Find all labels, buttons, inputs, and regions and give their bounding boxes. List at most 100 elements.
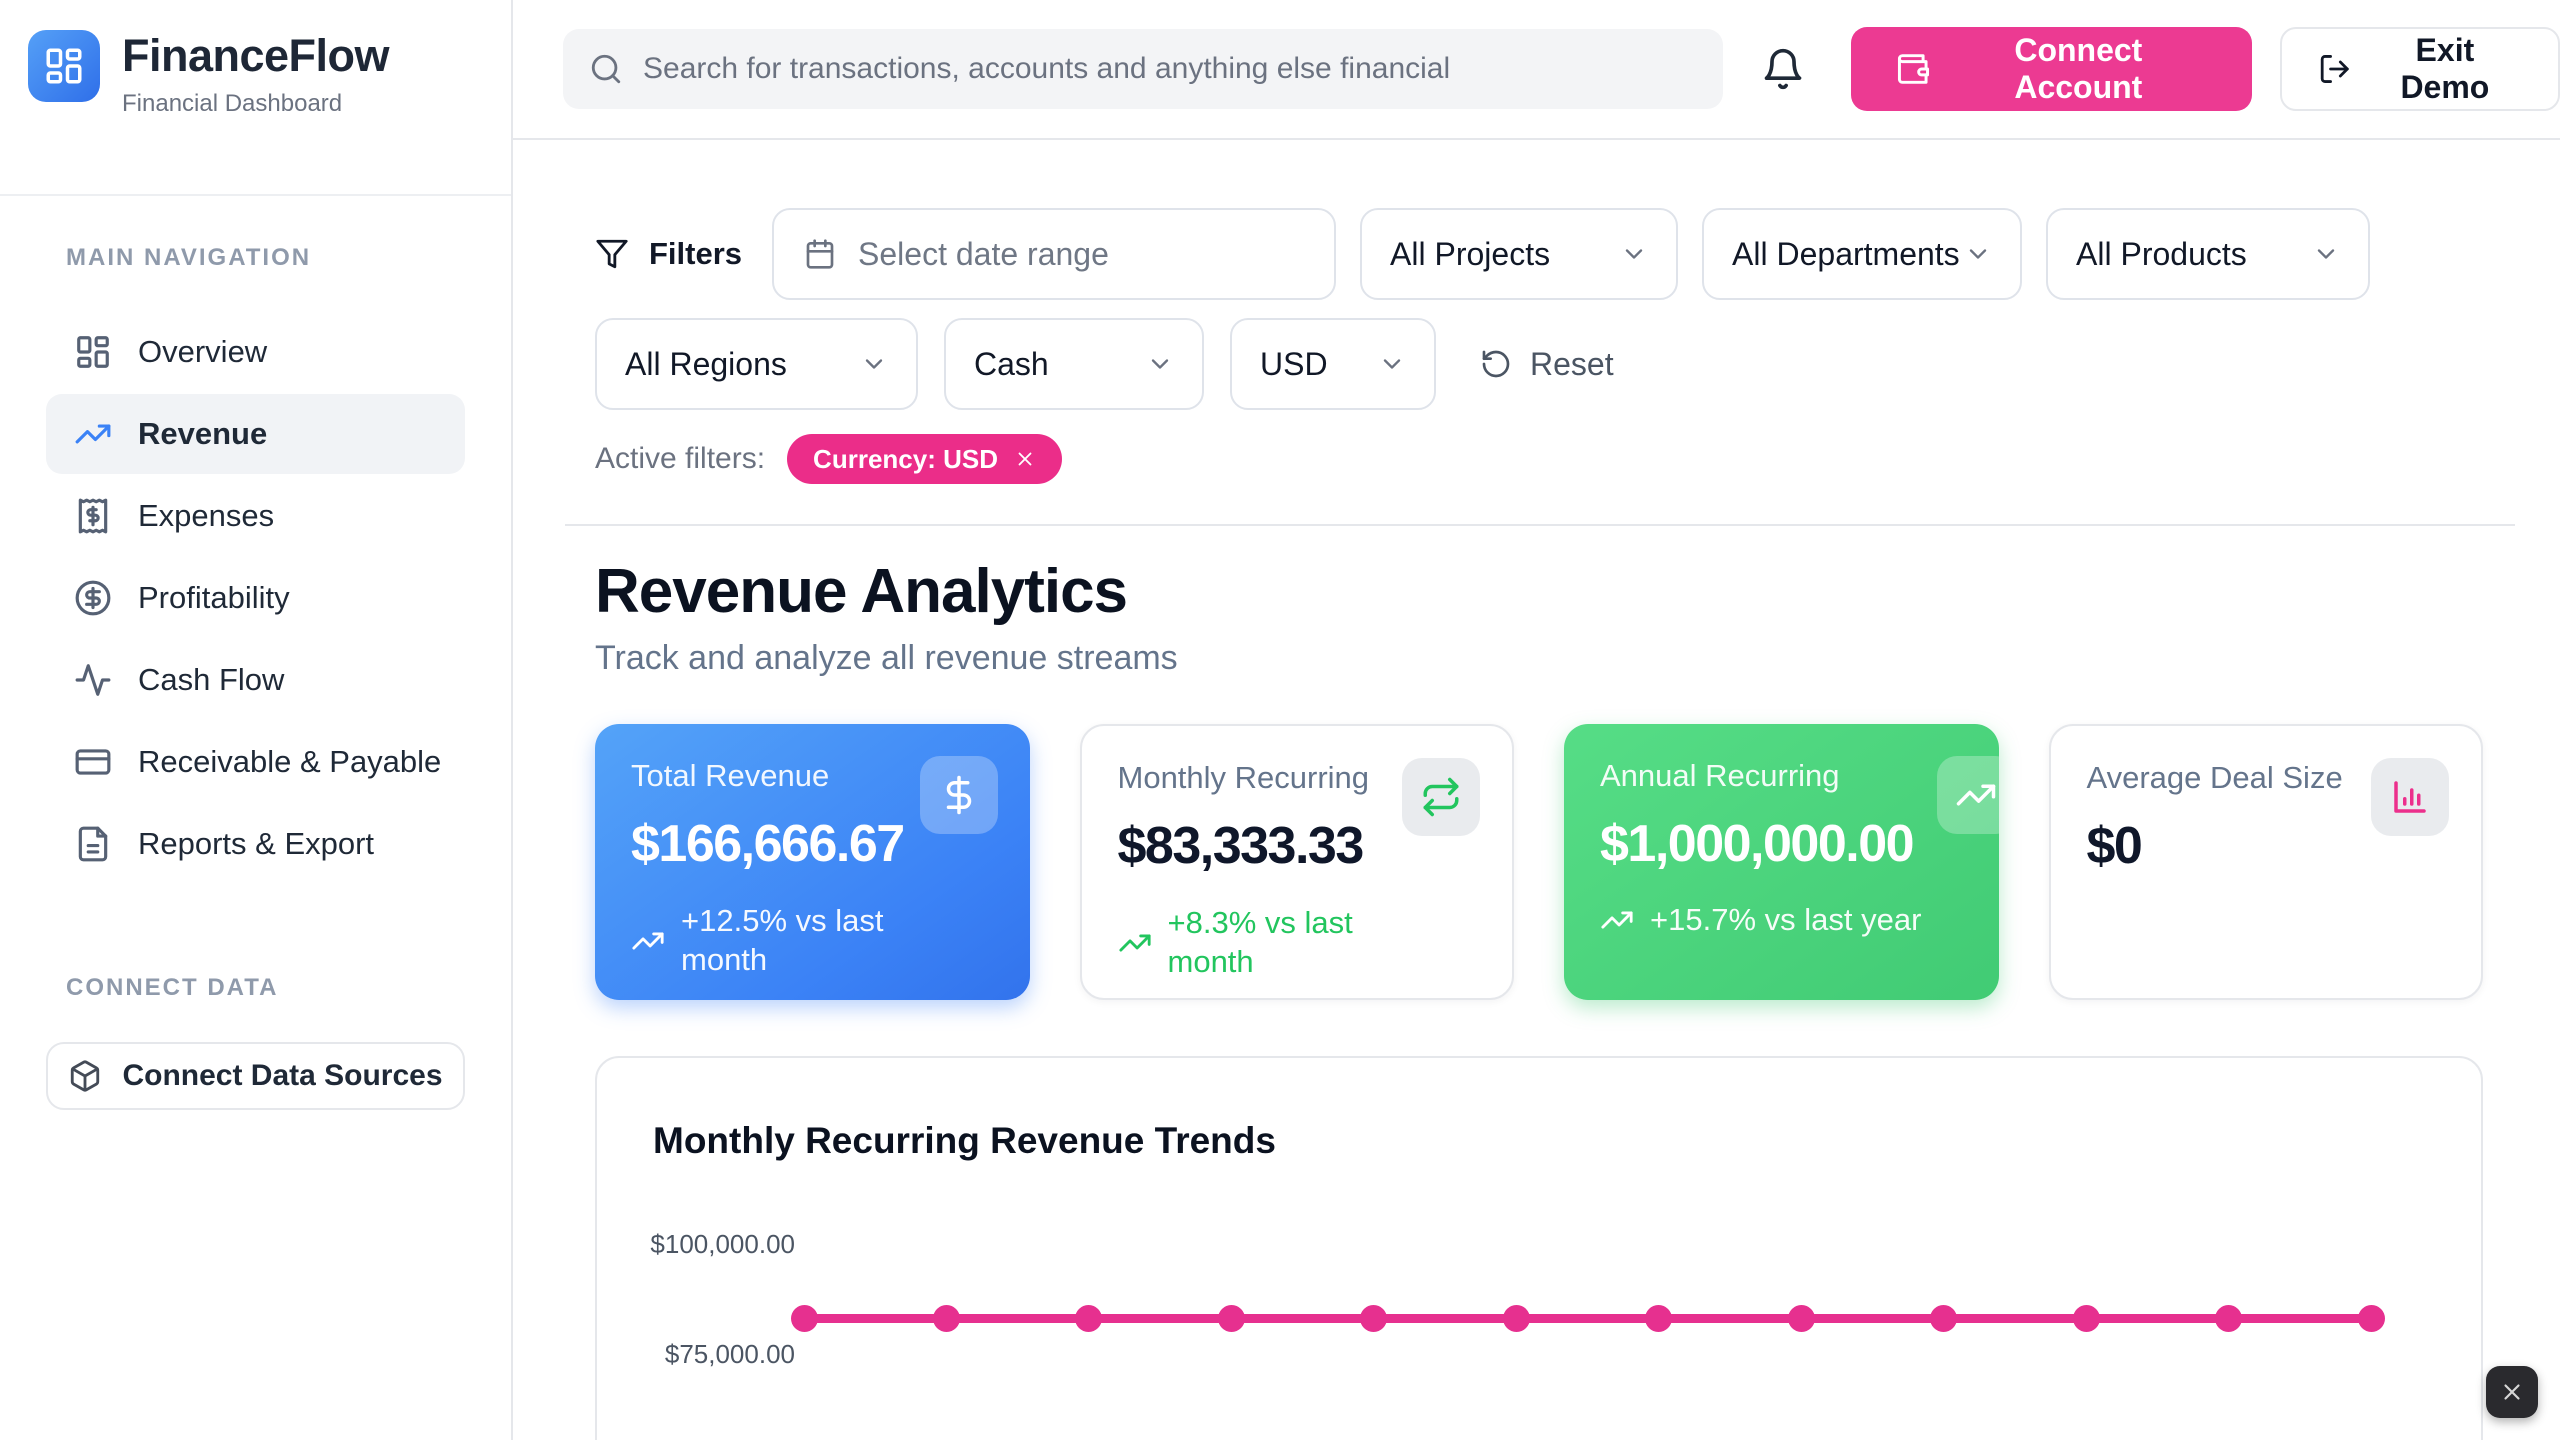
date-range-input[interactable]: [858, 236, 1304, 273]
stat-card-annual-recurring: Annual Recurring $1,000,000.00 +15.7% vs…: [1564, 724, 1999, 1000]
regions-select[interactable]: All Regions: [595, 318, 918, 410]
trending-up-icon: [1118, 926, 1152, 960]
activity-icon: [74, 661, 112, 699]
stat-change: +8.3% vs last month: [1118, 904, 1477, 982]
connect-account-button[interactable]: Connect Account: [1851, 27, 2252, 111]
sidebar-item-label: Profitability: [138, 580, 290, 616]
sidebar-section-main-navigation: MAIN NAVIGATION: [66, 244, 511, 272]
global-search[interactable]: [563, 29, 1723, 109]
mrr-data-point[interactable]: [1218, 1305, 1245, 1332]
sidebar-item-overview[interactable]: Overview: [46, 312, 465, 392]
chevron-down-icon: [1964, 240, 1992, 268]
mrr-data-point[interactable]: [791, 1305, 818, 1332]
active-filters-row: Active filters: Currency: USD: [595, 434, 2483, 484]
sidebar-section-connect-data: CONNECT DATA: [66, 974, 465, 1002]
chevron-down-icon: [1146, 350, 1174, 378]
sidebar-item-label: Cash Flow: [138, 662, 284, 698]
chart-title: Monthly Recurring Revenue Trends: [653, 1120, 1276, 1162]
section-divider: [565, 524, 2515, 526]
dollar-sign-icon: [920, 756, 998, 834]
date-range-picker[interactable]: [772, 208, 1336, 300]
search-icon: [589, 52, 623, 86]
mrr-data-point[interactable]: [1503, 1305, 1530, 1332]
active-filters-label: Active filters:: [595, 442, 765, 476]
stat-cards: Total Revenue $166,666.67 +12.5% vs last…: [595, 724, 2483, 1000]
mrr-data-point[interactable]: [2073, 1305, 2100, 1332]
filter-row-1: Filters All Projects All Departments All…: [595, 208, 2483, 300]
mrr-data-point[interactable]: [1788, 1305, 1815, 1332]
sidebar: FinanceFlow Financial Dashboard MAIN NAV…: [0, 0, 513, 1440]
trending-up-icon: [631, 924, 665, 958]
mrr-data-point[interactable]: [2215, 1305, 2242, 1332]
stat-change: +15.7% vs last year: [1600, 902, 1963, 938]
sidebar-item-label: Expenses: [138, 498, 274, 534]
log-out-icon: [2318, 52, 2352, 86]
close-overlay-button[interactable]: [2486, 1366, 2538, 1418]
exit-demo-button[interactable]: Exit Demo: [2280, 27, 2560, 111]
mrr-data-point[interactable]: [1075, 1305, 1102, 1332]
page-subtitle: Track and analyze all revenue streams: [595, 639, 2483, 678]
page-title: Revenue Analytics: [595, 556, 2483, 627]
filter-funnel-icon: [595, 237, 629, 271]
y-axis-tick-75k: $75,000.00: [645, 1339, 795, 1370]
mrr-data-point[interactable]: [933, 1305, 960, 1332]
mrr-data-point[interactable]: [1645, 1305, 1672, 1332]
trending-up-icon: [74, 415, 112, 453]
circle-dollar-icon: [74, 579, 112, 617]
dashboard-icon: [74, 333, 112, 371]
sidebar-item-revenue[interactable]: Revenue: [46, 394, 465, 474]
mrr-data-point[interactable]: [1930, 1305, 1957, 1332]
stat-change: +12.5% vs last month: [631, 902, 994, 980]
package-icon: [68, 1059, 102, 1093]
filters-label: Filters: [595, 236, 742, 272]
trending-up-icon: [1600, 903, 1634, 937]
chevron-down-icon: [860, 350, 888, 378]
mrr-trend-line: [804, 1314, 2371, 1323]
sidebar-item-reports-export[interactable]: Reports & Export: [46, 804, 465, 884]
chevron-down-icon: [1378, 350, 1406, 378]
products-select[interactable]: All Products: [2046, 208, 2370, 300]
brand: FinanceFlow Financial Dashboard: [0, 0, 511, 196]
close-x-icon: [2499, 1379, 2525, 1405]
search-input[interactable]: [643, 52, 1697, 86]
active-filter-chip-currency[interactable]: Currency: USD: [787, 434, 1062, 484]
sidebar-item-label: Overview: [138, 334, 267, 370]
bar-chart-icon: [2371, 758, 2449, 836]
sidebar-item-cash-flow[interactable]: Cash Flow: [46, 640, 465, 720]
departments-select[interactable]: All Departments: [1702, 208, 2022, 300]
app-title: FinanceFlow: [122, 30, 389, 82]
sidebar-item-label: Reports & Export: [138, 826, 374, 862]
reset-filters-button[interactable]: Reset: [1480, 346, 1614, 383]
connect-data-sources-label: Connect Data Sources: [122, 1059, 442, 1093]
file-text-icon: [74, 825, 112, 863]
remove-filter-x-icon[interactable]: [1014, 448, 1036, 470]
app-subtitle: Financial Dashboard: [122, 90, 389, 118]
connect-data-sources-button[interactable]: Connect Data Sources: [46, 1042, 465, 1110]
sidebar-item-receivable-payable[interactable]: Receivable & Payable: [46, 722, 465, 802]
notifications-bell-icon[interactable]: [1761, 47, 1805, 91]
mrr-data-point[interactable]: [1360, 1305, 1387, 1332]
sidebar-nav: Overview Revenue Expenses Profitability: [0, 312, 511, 884]
rotate-ccw-icon: [1480, 348, 1512, 380]
calendar-icon: [804, 238, 836, 270]
credit-card-icon: [74, 743, 112, 781]
chevron-down-icon: [1620, 240, 1648, 268]
sidebar-item-expenses[interactable]: Expenses: [46, 476, 465, 556]
currency-select[interactable]: USD: [1230, 318, 1436, 410]
main-content: Filters All Projects All Departments All…: [513, 140, 2560, 1440]
app-logo-icon: [28, 30, 100, 102]
receipt-icon: [74, 497, 112, 535]
stat-value: $1,000,000.00: [1600, 814, 1963, 874]
stat-card-monthly-recurring: Monthly Recurring $83,333.33 +8.3% vs la…: [1080, 724, 1515, 1000]
repeat-icon: [1402, 758, 1480, 836]
sidebar-item-profitability[interactable]: Profitability: [46, 558, 465, 638]
mrr-data-point[interactable]: [2358, 1305, 2385, 1332]
projects-select[interactable]: All Projects: [1360, 208, 1678, 300]
trending-up-icon: [1937, 756, 1999, 834]
top-bar: Connect Account Exit Demo: [513, 0, 2560, 140]
sidebar-item-label: Receivable & Payable: [138, 744, 441, 780]
stat-card-average-deal-size: Average Deal Size $0: [2049, 724, 2484, 1000]
chevron-down-icon: [2312, 240, 2340, 268]
sidebar-item-label: Revenue: [138, 416, 267, 452]
accounting-basis-select[interactable]: Cash: [944, 318, 1204, 410]
